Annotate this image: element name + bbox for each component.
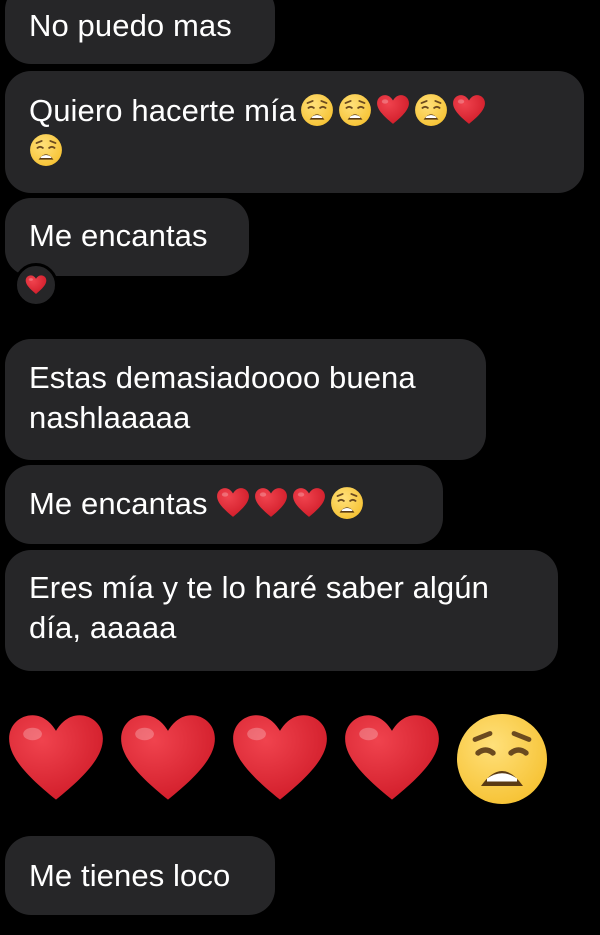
reaction-badge[interactable]	[14, 263, 58, 307]
red-heart-icon	[216, 486, 250, 520]
red-heart-icon	[118, 709, 218, 809]
emoji-only-message[interactable]	[6, 706, 562, 811]
red-heart-icon	[6, 709, 106, 809]
message-bubble[interactable]: Estas demasiadoooo buena nashlaaaaa	[5, 339, 486, 460]
message-text: Me encantas	[29, 486, 208, 521]
message-bubble[interactable]: Me tienes loco	[5, 836, 275, 915]
message-bubble[interactable]: Me encantas	[5, 465, 443, 544]
message-text: No puedo mas	[29, 8, 232, 43]
weary-face-icon	[300, 93, 334, 127]
message-text: Estas demasiadoooo buena nashlaaaaa	[29, 360, 416, 435]
weary-face-icon	[414, 93, 448, 127]
message-bubble[interactable]: Eres mía y te lo haré saber algún día, a…	[5, 550, 558, 671]
message-text: Eres mía y te lo haré saber algún día, a…	[29, 570, 489, 645]
message-bubble[interactable]: No puedo mas	[5, 0, 275, 64]
red-heart-icon	[376, 93, 410, 127]
message-bubble[interactable]: Quiero hacerte mía	[5, 71, 584, 193]
red-heart-icon	[452, 93, 486, 127]
red-heart-icon	[342, 709, 442, 809]
red-heart-icon	[292, 486, 326, 520]
message-text: Me encantas	[29, 218, 208, 253]
weary-face-icon	[330, 486, 364, 520]
message-text: Quiero hacerte mía	[29, 93, 297, 128]
red-heart-icon	[230, 709, 330, 809]
weary-face-icon	[454, 711, 550, 807]
message-thread: No puedo mas Quiero hacerte mía Me encan…	[0, 0, 600, 935]
message-text: Me tienes loco	[29, 858, 231, 893]
red-heart-icon	[25, 274, 47, 296]
weary-face-icon	[29, 133, 63, 167]
red-heart-icon	[254, 486, 288, 520]
weary-face-icon	[338, 93, 372, 127]
